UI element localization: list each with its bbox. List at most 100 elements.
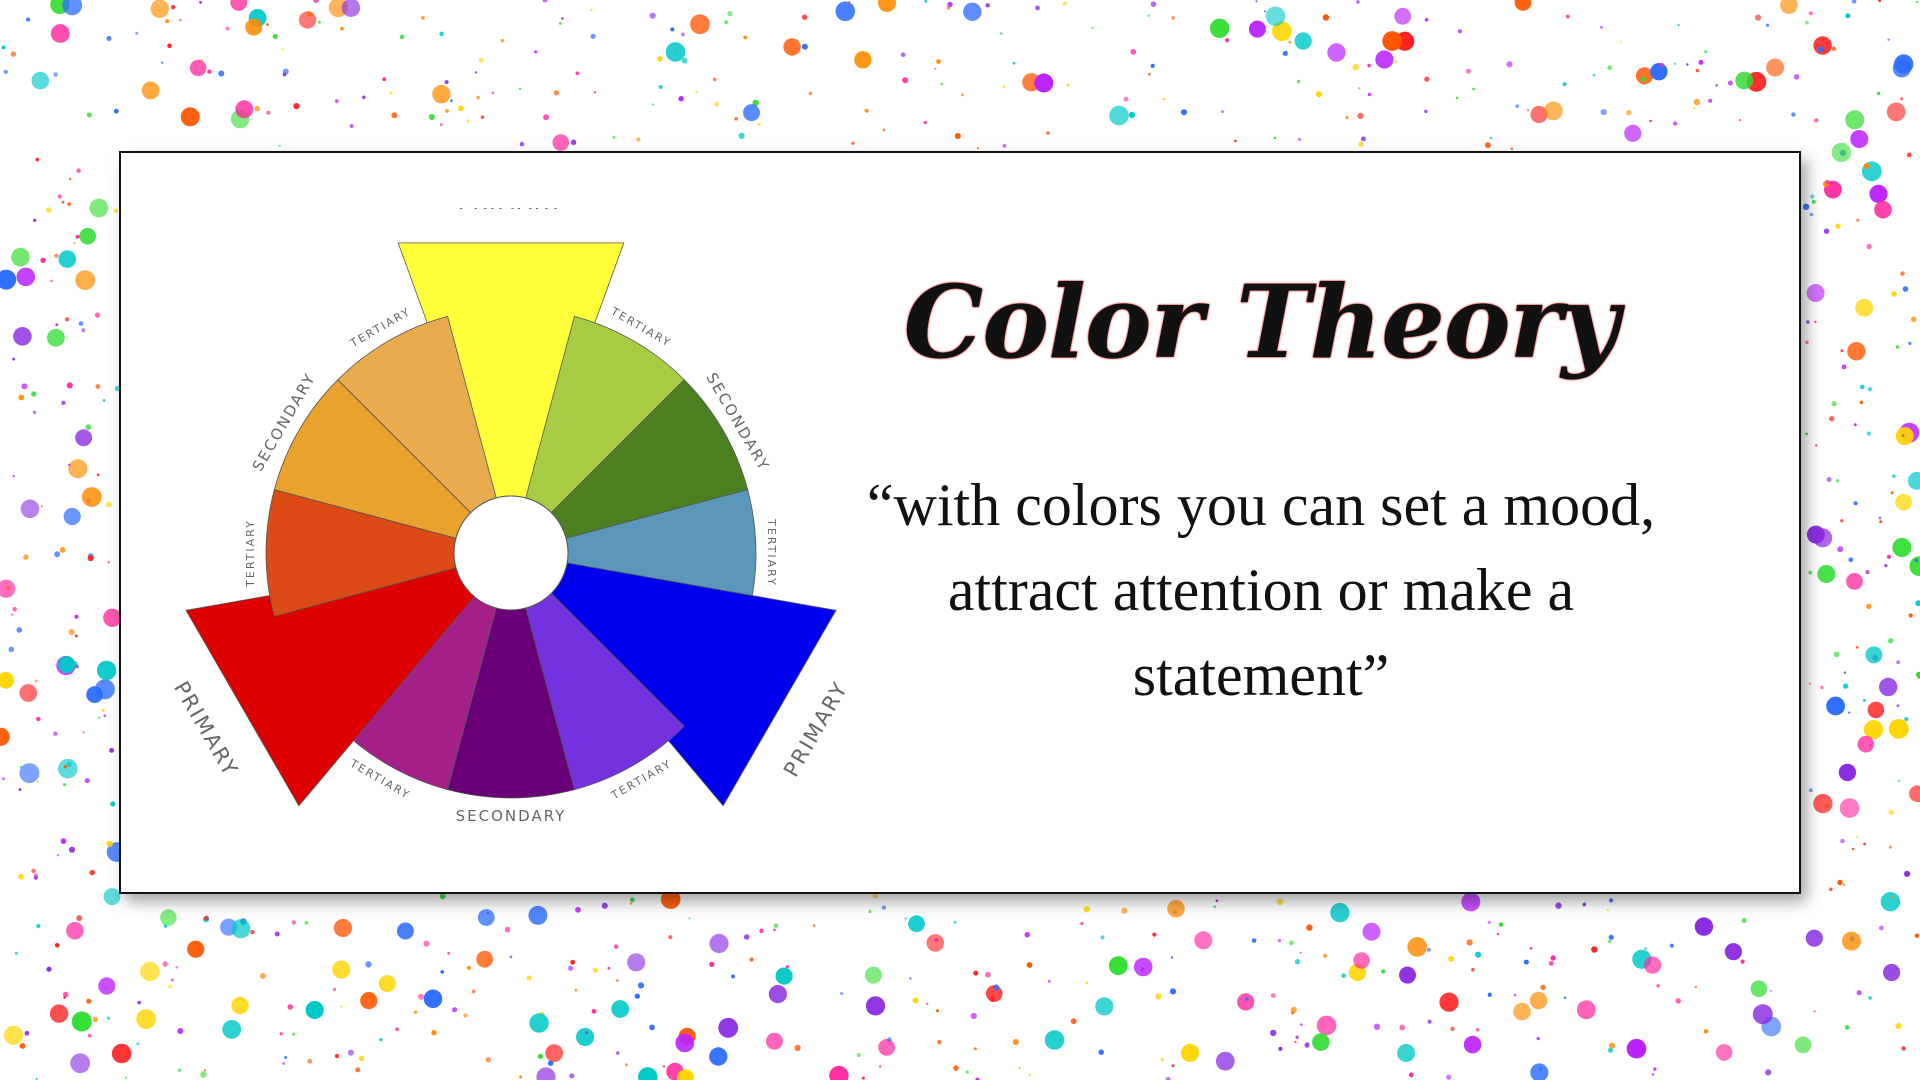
paint-dot [19, 763, 40, 784]
paint-dot [993, 984, 1000, 991]
paint-dot [36, 780, 40, 783]
paint-dot [160, 909, 177, 926]
paint-dot [399, 34, 405, 40]
paint-dot [1808, 11, 1813, 16]
paint-dot [718, 1017, 739, 1038]
paint-dot [1853, 501, 1858, 506]
paint-dot [611, 1000, 630, 1018]
paint-dot [54, 943, 60, 948]
paint-dot [569, 1073, 575, 1079]
paint-dot [58, 250, 77, 268]
paint-dot [1358, 141, 1364, 147]
paint-dot [1892, 474, 1896, 478]
slide-quote: “with colors you can set a mood, attract… [866, 472, 1656, 708]
wheel-center [453, 495, 569, 611]
paint-dot [1908, 341, 1912, 345]
paint-dot [1831, 142, 1852, 163]
paint-dot [1841, 364, 1847, 370]
paint-dot [46, 207, 52, 213]
paint-dot [1498, 922, 1504, 927]
paint-dot [1315, 91, 1322, 98]
paint-dot [695, 90, 698, 94]
paint-dot [1140, 967, 1145, 972]
paint-dot [222, 1020, 242, 1039]
paint-dot [625, 1063, 628, 1067]
paint-dot [1624, 124, 1642, 142]
paint-dot [140, 961, 160, 982]
paint-dot [1765, 1069, 1772, 1076]
paint-dot [1874, 200, 1892, 219]
paint-dot [1851, 847, 1855, 851]
paint-dot [74, 614, 79, 619]
paint-dot [334, 1053, 340, 1059]
paint-dot [1845, 13, 1851, 19]
paint-dot [1868, 996, 1872, 1000]
paint-dot [1194, 931, 1213, 950]
paint-dot [170, 978, 174, 982]
paint-dot [999, 32, 1003, 35]
paint-dot [1362, 922, 1381, 941]
paint-dot [382, 77, 387, 82]
paint-dot [1806, 284, 1825, 302]
paint-dot [1152, 932, 1157, 937]
paint-dot [1282, 50, 1288, 56]
paint-dot [1506, 61, 1513, 68]
paint-dot [1626, 110, 1632, 116]
paint-dot [977, 147, 979, 150]
paint-dot [743, 35, 748, 40]
paint-dot [1300, 1023, 1303, 1026]
paint-dot [1805, 432, 1808, 436]
paint-dot [428, 113, 435, 121]
paint-dot [1850, 130, 1869, 148]
paint-dot [66, 382, 73, 389]
paint-dot [440, 970, 445, 974]
paint-dot [31, 868, 36, 874]
paint-dot [293, 103, 300, 110]
paint-dot [485, 1057, 491, 1063]
paint-dot [1838, 763, 1857, 782]
paint-dot [57, 194, 62, 199]
paint-dot [1582, 902, 1587, 907]
paint-dot [272, 34, 278, 39]
paint-dot [1887, 38, 1890, 41]
paint-dot [63, 996, 67, 999]
paint-dot [24, 1030, 30, 1036]
paint-dot [835, 1, 856, 22]
paint-dot [40, 505, 43, 508]
paint-dot [396, 922, 414, 940]
paint-dot [58, 656, 76, 674]
paint-dot [1276, 898, 1284, 906]
paint-dot [1673, 121, 1678, 126]
paint-dot [1831, 401, 1837, 407]
paint-dot [458, 105, 464, 112]
paint-dot [612, 135, 616, 139]
paint-dot [63, 507, 81, 526]
paint-dot [33, 218, 37, 222]
paint-dot [1609, 1042, 1616, 1049]
paint-dot [379, 1038, 383, 1042]
paint-dot [230, 0, 248, 11]
paint-dot [1327, 43, 1346, 62]
paint-dot [81, 487, 102, 507]
paint-dot [136, 1009, 157, 1029]
paint-dot [1289, 940, 1294, 946]
paint-dot [1840, 838, 1845, 844]
paint-dot [98, 977, 116, 995]
paint-dot [1909, 556, 1920, 576]
paint-dot [3, 1025, 24, 1045]
paint-dot [250, 929, 255, 935]
paint-dot [1439, 992, 1459, 1012]
paint-dot [1527, 109, 1530, 112]
paint-dot [759, 928, 764, 933]
paint-dot [109, 747, 115, 753]
paint-dot [1843, 671, 1847, 674]
paint-dot [592, 967, 599, 973]
paint-dot [1600, 109, 1607, 116]
paint-dot [1856, 835, 1858, 838]
paint-dot [177, 1028, 184, 1034]
paint-dot [854, 51, 872, 69]
paint-dot [783, 38, 801, 56]
paint-dot [1316, 1015, 1337, 1036]
paint-dot [1805, 340, 1809, 345]
paint-dot [1619, 40, 1622, 44]
